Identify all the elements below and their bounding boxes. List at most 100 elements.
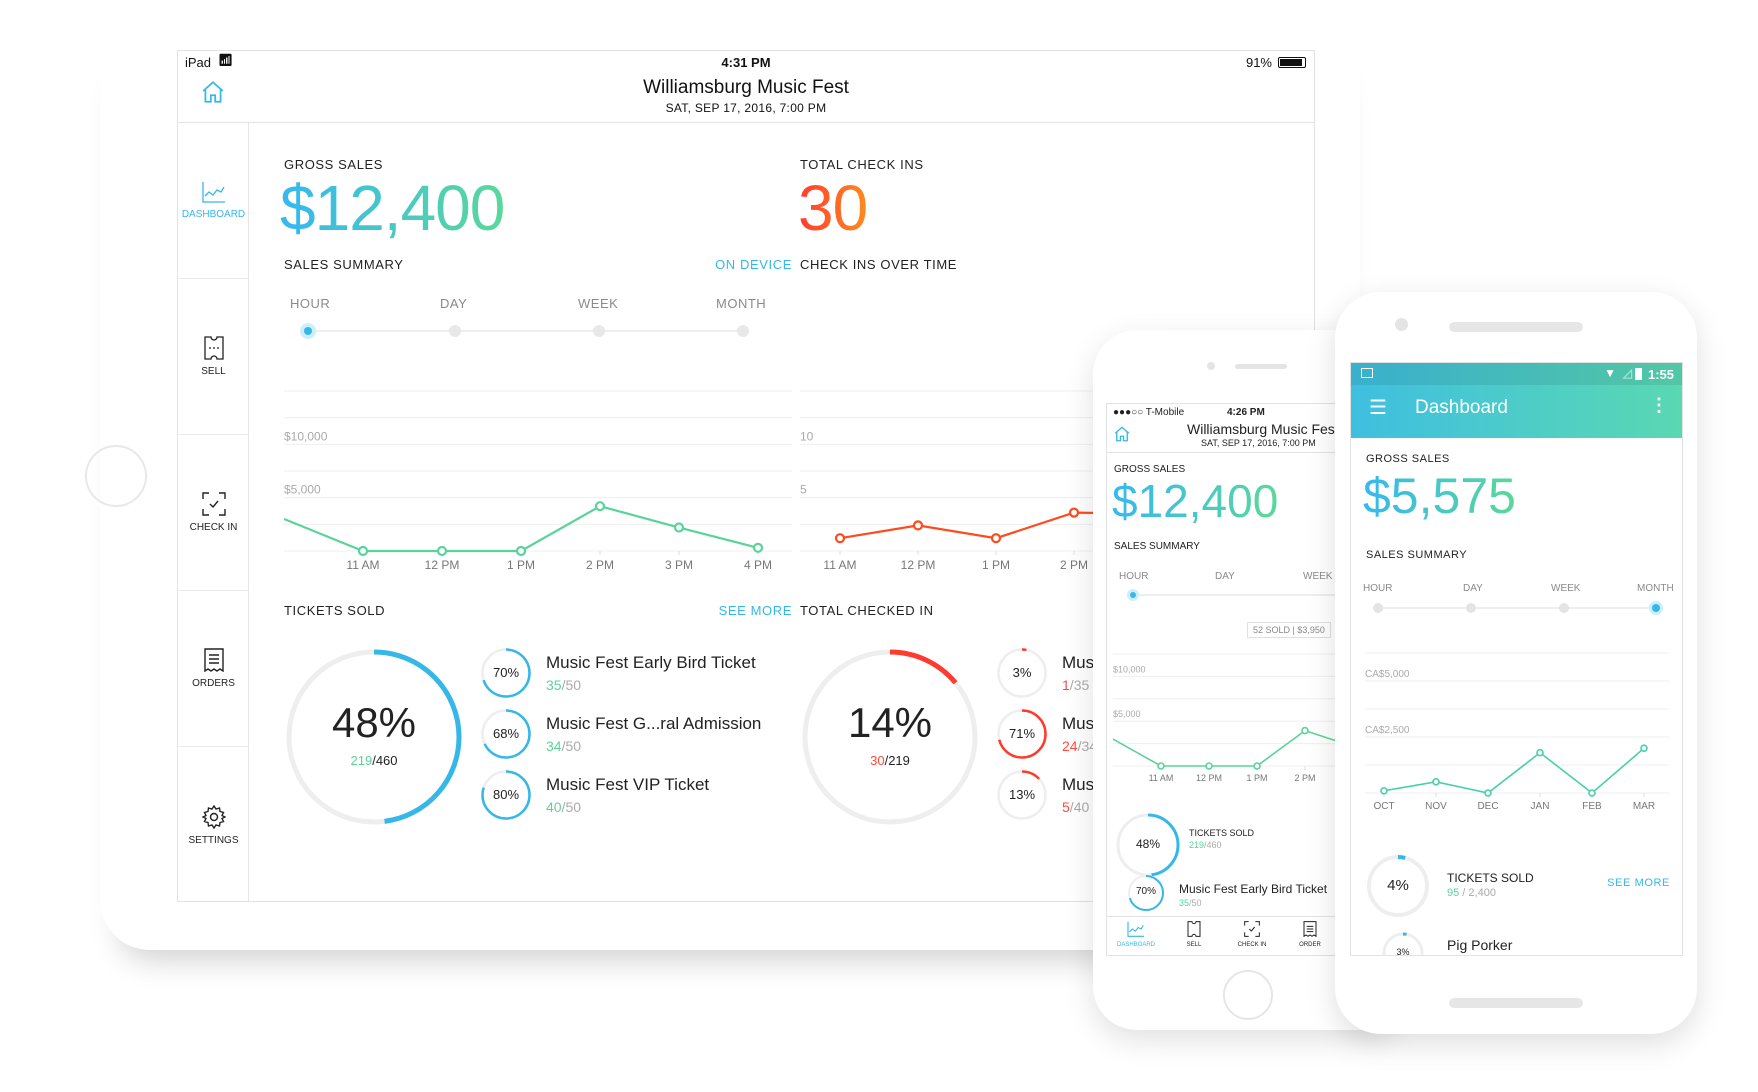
carrier: ●●●○○ T-Mobile	[1113, 407, 1185, 418]
iphone-screen: ●●●○○ T-Mobile 4:26 PM Williamsburg Musi…	[1106, 403, 1336, 956]
tab-orders[interactable]: ORDER	[1281, 921, 1335, 948]
total-check-ins-label: TOTAL CHECK INS	[800, 157, 924, 172]
range-selected-handle[interactable]	[1127, 589, 1139, 601]
ticket-name: Music Fest VIP Ticket	[546, 775, 710, 794]
ticket-percent: 3%	[1012, 665, 1032, 680]
android-status-time: 1:55	[1647, 367, 1674, 382]
receipt-icon	[203, 648, 224, 672]
ticket-ring: 68%	[480, 708, 532, 760]
range-dot[interactable]	[737, 325, 749, 337]
range-selected-handle[interactable]	[300, 323, 316, 339]
tab-check-in[interactable]: CHECK IN	[1223, 921, 1281, 948]
overflow-menu-icon[interactable]: ⋮	[1650, 395, 1668, 416]
sidebar-item-dashboard[interactable]: DASHBOARD	[178, 123, 249, 279]
sidebar-item-orders[interactable]: ORDERS	[178, 591, 249, 747]
range-hour[interactable]: HOUR	[1363, 583, 1392, 594]
range-week[interactable]: WEEK	[578, 296, 618, 311]
range-selected-handle[interactable]	[1649, 601, 1663, 615]
ticket-row[interactable]: 80% Music Fest VIP Ticket 40/50	[480, 769, 800, 825]
range-day[interactable]: DAY	[1463, 583, 1483, 594]
sidebar-item-label: SETTINGS	[188, 834, 239, 846]
x-tick-label: 11 AM	[346, 558, 379, 572]
sidebar-item-sell[interactable]: SELL	[178, 279, 249, 435]
android-camera	[1395, 318, 1408, 331]
ipad-home-button[interactable]	[85, 445, 147, 507]
data-point	[357, 545, 369, 557]
x-tick-label: 11 AM	[823, 558, 856, 572]
ticket-name: Music Fest Early Bird Ticket	[1179, 882, 1328, 896]
tickets-sold-percent: 48%	[1135, 837, 1161, 851]
range-week[interactable]: WEEK	[1551, 583, 1580, 594]
range-week[interactable]: WEEK	[1303, 571, 1332, 582]
data-point	[1380, 786, 1388, 795]
ticket-name: Mus	[1062, 714, 1095, 733]
see-more-link[interactable]: SEE MORE	[694, 603, 792, 618]
receipt-icon	[1303, 921, 1317, 938]
sidebar-item-settings[interactable]: SETTINGS	[178, 747, 249, 901]
range-dot[interactable]	[1373, 603, 1383, 613]
sidebar-item-label: DASHBOARD	[181, 209, 246, 220]
tab-dashboard[interactable]: DASHBOARD	[1107, 921, 1165, 948]
sidebar-item-check-in[interactable]: CHECK IN	[178, 435, 249, 591]
tab-sell[interactable]: SELL	[1165, 921, 1223, 948]
x-tick-label: 4 PM	[744, 558, 772, 572]
tickets-sold-count: 219/460	[350, 753, 398, 768]
home-icon[interactable]	[1113, 425, 1131, 448]
tickets-sold-label: TICKETS SOLD	[1447, 871, 1534, 885]
data-point	[752, 542, 764, 553]
sales-summary-label: SALES SUMMARY	[1114, 541, 1200, 552]
y-tick-label: $5,000	[284, 483, 321, 497]
data-point	[1253, 762, 1261, 770]
see-more-link[interactable]: SEE MORE	[1607, 877, 1670, 889]
range-day[interactable]: DAY	[1215, 571, 1235, 582]
range-track	[1132, 594, 1335, 596]
app-bar-title: Dashboard	[1415, 397, 1508, 418]
range-month[interactable]: MONTH	[716, 296, 766, 311]
x-tick-label: MAR	[1633, 801, 1655, 812]
sales-summary-label: SALES SUMMARY	[284, 257, 404, 272]
android-screen: ▼ ◿ 1:55 ☰ Dashboard ⋮ GROSS SALES $5,57…	[1350, 362, 1683, 956]
range-hour[interactable]: HOUR	[1119, 571, 1148, 582]
checked-in-count: 30/219	[870, 753, 910, 768]
x-tick-label: 12 PM	[425, 558, 460, 572]
x-tick-label: 12 PM	[1196, 773, 1222, 783]
scan-check-icon	[1244, 921, 1260, 937]
battery-icon	[1635, 368, 1642, 380]
x-tick-label: 1 PM	[1246, 773, 1267, 783]
range-dot[interactable]	[593, 325, 605, 337]
ticket-ring: 13%	[996, 769, 1048, 821]
range-month[interactable]: MONTH	[1637, 583, 1674, 594]
range-dot[interactable]	[1466, 603, 1476, 613]
y-tick-label: $5,000	[1113, 709, 1141, 719]
menu-icon[interactable]: ☰	[1369, 395, 1387, 420]
sales-line-chart: $5,000 $10,000 11 AM 12 PM 1 PM 2 PM 3 PM 4 PM	[284, 390, 792, 572]
iphone-home-button[interactable]	[1223, 970, 1273, 1020]
android-sales-chart: CA$2,500 CA$5,000 OCT NOV DEC JAN FEB MAR	[1365, 652, 1669, 812]
data-point	[1484, 789, 1492, 797]
series-line	[1383, 747, 1645, 795]
ticket-row[interactable]: 70% Music Fest Early Bird Ticket 35/50	[480, 647, 800, 703]
range-hour[interactable]: HOUR	[290, 296, 330, 311]
range-dot[interactable]	[1559, 603, 1569, 613]
ticket-count: 34/50	[546, 738, 582, 754]
tickets-sold-count: 219/460	[1189, 840, 1222, 850]
ticket-percent: 70%	[1135, 886, 1156, 897]
ticket-icon	[1187, 921, 1201, 937]
x-tick-label: 2 PM	[1060, 558, 1088, 572]
x-tick-label: 1 PM	[982, 558, 1010, 572]
gear-icon	[201, 804, 226, 829]
range-dot[interactable]	[449, 325, 461, 337]
on-device-link[interactable]: ON DEVICE	[694, 257, 792, 272]
event-date: SAT, SEP 17, 2016, 7:00 PM	[665, 101, 827, 115]
range-day[interactable]: DAY	[440, 296, 467, 311]
total-check-ins-value: 30	[798, 172, 868, 244]
ticket-name: Mus	[1062, 653, 1095, 672]
iphone-sales-chart: $5,000$10,00011 AM12 PM1 PM2 PM3	[1113, 653, 1335, 783]
ticket-row[interactable]: 68% Music Fest G...ral Admission 34/50	[480, 708, 800, 764]
ticket-count: 35/50	[1179, 898, 1202, 908]
sales-summary-label: SALES SUMMARY	[1366, 549, 1468, 561]
y-tick-label: CA$5,000	[1365, 669, 1410, 680]
ticket-name: Music Fest G...ral Admission	[546, 714, 762, 733]
tickets-sold-label: TICKETS SOLD	[284, 603, 386, 618]
ticket-item-ring: 3%	[1381, 931, 1425, 955]
